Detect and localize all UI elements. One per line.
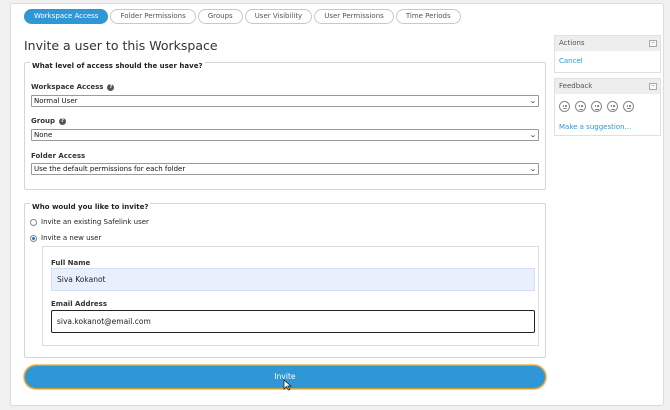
radio-existing-label: Invite an existing Safelink user: [41, 218, 149, 226]
invite-fieldset: Who would you like to invite? Invite an …: [24, 203, 546, 358]
tab-bar: Workspace Access Folder Permissions Grou…: [24, 9, 461, 24]
minimize-icon[interactable]: –: [649, 83, 657, 90]
radio-existing-circle[interactable]: [30, 218, 37, 226]
radio-existing-user[interactable]: Invite an existing Safelink user: [30, 218, 149, 226]
group-select[interactable]: None ⌄: [31, 129, 539, 141]
cancel-link[interactable]: Cancel: [559, 57, 583, 65]
smile-face-icon[interactable]: [607, 101, 618, 112]
very-sad-face-icon[interactable]: [559, 101, 570, 112]
tab-user-visibility[interactable]: User Visibility: [244, 9, 313, 24]
group-value: None: [34, 131, 53, 139]
email-label: Email Address: [51, 300, 108, 308]
workspace-invite-page: Workspace Access Folder Permissions Grou…: [10, 3, 664, 406]
tab-folder-permissions[interactable]: Folder Permissions: [110, 9, 196, 24]
access-fieldset: What level of access should the user hav…: [24, 62, 546, 190]
actions-panel: Actions – Cancel: [554, 35, 661, 73]
chevron-down-icon: ⌄: [529, 165, 537, 173]
help-icon[interactable]: ?: [59, 117, 67, 125]
folder-access-value: Use the default permissions for each fol…: [34, 165, 186, 173]
new-user-form: Full Name Siva Kokanot Email Address siv…: [42, 246, 539, 346]
workspace-access-label-text: Workspace Access: [31, 83, 104, 91]
tab-workspace-access[interactable]: Workspace Access: [24, 9, 109, 24]
chevron-down-icon: ⌄: [529, 97, 537, 105]
actions-header: Actions –: [555, 36, 660, 51]
group-label-text: Group: [31, 117, 56, 125]
actions-title: Actions: [559, 39, 585, 47]
radio-new-user[interactable]: Invite a new user: [30, 234, 101, 242]
minimize-icon[interactable]: –: [649, 40, 657, 47]
invite-legend: Who would you like to invite?: [30, 203, 151, 211]
feedback-title: Feedback: [559, 82, 593, 90]
access-legend: What level of access should the user hav…: [30, 62, 205, 70]
happy-face-icon[interactable]: [623, 101, 634, 112]
tab-time-periods[interactable]: Time Periods: [395, 9, 461, 24]
make-suggestion-link[interactable]: Make a suggestion...: [559, 123, 631, 131]
folder-access-label-text: Folder Access: [31, 152, 86, 160]
help-icon[interactable]: ?: [107, 83, 115, 91]
feedback-faces: [559, 101, 634, 112]
radio-new-circle[interactable]: [30, 234, 37, 242]
tab-groups[interactable]: Groups: [197, 9, 243, 24]
folder-access-label: Folder Access: [31, 152, 85, 160]
full-name-input[interactable]: Siva Kokanot: [51, 268, 535, 291]
radio-new-label: Invite a new user: [41, 234, 102, 242]
sad-face-icon[interactable]: [575, 101, 586, 112]
workspace-access-label: Workspace Access ?: [31, 83, 115, 91]
neutral-face-icon[interactable]: [591, 101, 602, 112]
group-label: Group ?: [31, 117, 67, 125]
chevron-down-icon: ⌄: [529, 131, 537, 139]
workspace-access-value: Normal User: [34, 97, 78, 105]
feedback-panel: Feedback – Make a suggestion...: [554, 78, 661, 136]
feedback-header: Feedback –: [555, 79, 660, 94]
folder-access-select[interactable]: Use the default permissions for each fol…: [31, 163, 539, 175]
full-name-label: Full Name: [51, 259, 91, 267]
tab-user-permissions[interactable]: User Permissions: [314, 9, 394, 24]
page-title: Invite a user to this Workspace: [24, 38, 218, 53]
email-input[interactable]: siva.kokanot@email.com: [51, 310, 535, 333]
workspace-access-select[interactable]: Normal User ⌄: [31, 95, 539, 107]
